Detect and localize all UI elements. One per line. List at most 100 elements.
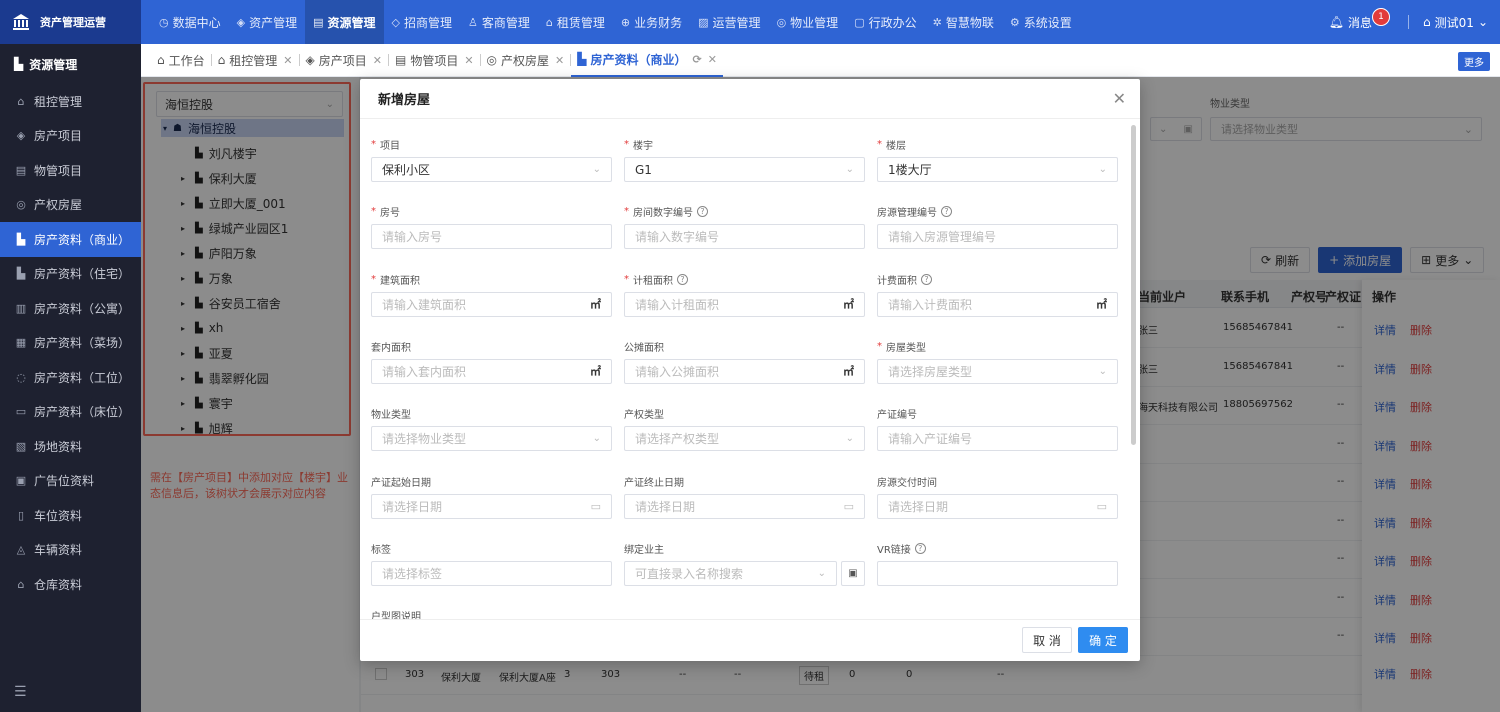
topnav-item-4[interactable]: ♙ 客商管理 [460,0,538,44]
nav-icon: ⚙ [1009,15,1020,29]
sidebar-item-1[interactable]: ◈ 房产项目 [0,119,141,154]
collapse-menu-icon[interactable]: ☰ [14,684,27,700]
user-menu[interactable]: ⌂ 测试01 ⌄ [1423,14,1488,31]
tab-more-button[interactable]: 更多 [1458,52,1490,71]
cancel-button[interactable]: 取 消 [1022,627,1072,653]
delivery-field[interactable]: 请选择日期 ▭ [877,493,1118,519]
property-type-field[interactable]: 请选择物业类型 ⌄ [371,426,612,452]
nav-label: 系统设置 [1023,15,1072,30]
sidebar-item-9[interactable]: ▭ 房产资料（床位） [0,395,141,430]
help-icon[interactable]: ? [677,273,688,285]
build-area-field[interactable]: 请输入建筑面积 ㎡ [371,291,612,317]
field-label-text: 计租面积 [633,275,673,287]
chevron-down-icon: ⌄ [592,164,601,175]
sidebar-item-label: 房产资料（工位） [34,370,131,385]
room-mgmt-code-field[interactable]: 请输入房源管理编号 [877,224,1118,250]
close-tab-icon[interactable]: ✕ [555,54,564,67]
tab-5[interactable]: ▙ 房产资料（商业） ⟳ ✕ [571,44,723,77]
tab-2[interactable]: ◈ 房产项目 ✕ [300,44,388,77]
topnav-item-2[interactable]: ▤ 资源管理 [305,0,384,44]
topnav-item-5[interactable]: ⌂ 租赁管理 [538,0,613,44]
close-tab-icon[interactable]: ✕ [283,54,292,67]
shared-area-field[interactable]: 请输入公摊面积 ㎡ [624,358,865,384]
field-label-text: 房屋类型 [886,342,926,354]
help-icon[interactable]: ? [697,206,708,218]
sidebar-item-12[interactable]: ▯ 车位资料 [0,498,141,533]
tab-label: 房产项目 [318,53,367,68]
sidebar-item-7[interactable]: ▦ 房产资料（菜场） [0,326,141,361]
field-label-text: 房源交付时间 [877,477,937,489]
tab-4[interactable]: ◎ 产权房屋 ✕ [481,44,571,77]
close-tab-icon[interactable]: ✕ [373,54,382,67]
project-field[interactable]: 保利小区 ⌄ [371,157,612,182]
topnav-item-8[interactable]: ◎ 物业管理 [769,0,847,44]
field-value: 保利小区 [382,163,431,177]
sidebar-item-8[interactable]: ◌ 房产资料（工位） [0,360,141,395]
tab-1[interactable]: ⌂ 租控管理 ✕ [212,44,299,77]
charge-area-field[interactable]: 请输入计费面积 ㎡ [877,291,1118,317]
deed-start-field[interactable]: 请选择日期 ▭ [371,493,612,519]
room-type-field[interactable]: 请选择房屋类型 ⌄ [877,358,1118,384]
square-meter-unit: ㎡ [590,365,601,379]
sidebar-item-14[interactable]: ⌂ 仓库资料 [0,567,141,602]
nav-label: 行政办公 [868,15,917,30]
topnav-item-11[interactable]: ⚙ 系统设置 [1002,0,1080,44]
tags-field[interactable]: 请选择标签 [371,560,612,586]
topnav-item-7[interactable]: ▨ 运营管理 [690,0,768,44]
floor-field[interactable]: 1楼大厅 ⌄ [877,157,1118,182]
owner-field[interactable]: 可直接录入名称搜索 ⌄ [624,560,837,586]
tab-3[interactable]: ▤ 物管项目 ✕ [389,44,480,77]
select-owner-button[interactable]: ▣ [841,560,865,586]
field-value: 请输入建筑面积 [382,297,467,312]
vr-field[interactable] [877,560,1118,586]
inner-area-field[interactable]: 请输入套内面积 ㎡ [371,358,612,384]
sidebar-item-5[interactable]: ▙ 房产资料（住宅） [0,257,141,292]
sidebar-item-13[interactable]: ◬ 车辆资料 [0,533,141,568]
topnav-item-10[interactable]: ✲ 智慧物联 [925,0,1002,44]
rent-area-label: * 计租面积? [624,272,688,287]
sidebar-item-label: 广告位资料 [34,474,95,489]
sidebar-item-2[interactable]: ▤ 物管项目 [0,153,141,188]
confirm-button[interactable]: 确 定 [1078,627,1128,653]
help-icon[interactable]: ? [941,206,952,218]
topnav-item-6[interactable]: ⊕ 业务财务 [613,0,690,44]
room-num-code-field[interactable]: 请输入数字编号 [624,224,865,250]
field-label-text: 公摊面积 [624,342,664,354]
dialog-scrollbar[interactable] [1131,125,1136,445]
help-icon[interactable]: ? [921,273,932,285]
sidebar-item-6[interactable]: ▥ 房产资料（公寓） [0,291,141,326]
nav-label: 物业管理 [790,15,839,30]
rent-area-field[interactable]: 请输入计租面积 ㎡ [624,291,865,317]
sidebar-item-10[interactable]: ▧ 场地资料 [0,429,141,464]
deed-type-field[interactable]: 请选择产权类型 ⌄ [624,426,865,452]
building-label: * 楼宇 [624,137,653,152]
reload-icon[interactable]: ⟳ [693,53,702,66]
tab-0[interactable]: ⌂ 工作台 [151,44,211,77]
deed-end-field[interactable]: 请选择日期 ▭ [624,493,865,519]
building-field[interactable]: G1 ⌄ [624,157,865,182]
square-meter-unit: ㎡ [843,365,854,379]
sidebar-item-0[interactable]: ⌂ 租控管理 [0,84,141,119]
chevron-down-icon: ⌄ [1098,164,1107,175]
field-value: 可直接录入名称搜索 [635,566,744,581]
messages-button[interactable]: 🔔︎ 消息 1 [1329,8,1394,31]
topnav-item-9[interactable]: ▢ 行政办公 [846,0,924,44]
room-no-field[interactable]: 请输入房号 [371,224,612,250]
close-tab-icon[interactable]: ✕ [708,53,717,66]
topnav-item-3[interactable]: ◇ 招商管理 [384,0,460,44]
close-tab-icon[interactable]: ✕ [464,54,473,67]
topnav-item-0[interactable]: ◷ 数据中心 [151,0,229,44]
sidebar-item-3[interactable]: ◎ 产权房屋 [0,188,141,223]
sidebar-item-11[interactable]: ▣ 广告位资料 [0,464,141,499]
deed-no-field[interactable]: 请输入产证编号 [877,426,1118,452]
close-icon[interactable]: ✕ [1113,89,1126,108]
field-value: G1 [635,162,652,177]
deed-no-label: 产证编号 [877,406,917,421]
brand[interactable]: 资产管理运营 [0,0,141,44]
sidebar-item-icon: ▙ [16,232,26,246]
topnav-item-1[interactable]: ◈ 资产管理 [229,0,305,44]
tab-label: 物管项目 [410,53,459,68]
sidebar-item-4[interactable]: ▙ 房产资料（商业） [0,222,141,257]
help-icon[interactable]: ? [914,542,926,554]
field-label-text: 标签 [371,544,391,556]
